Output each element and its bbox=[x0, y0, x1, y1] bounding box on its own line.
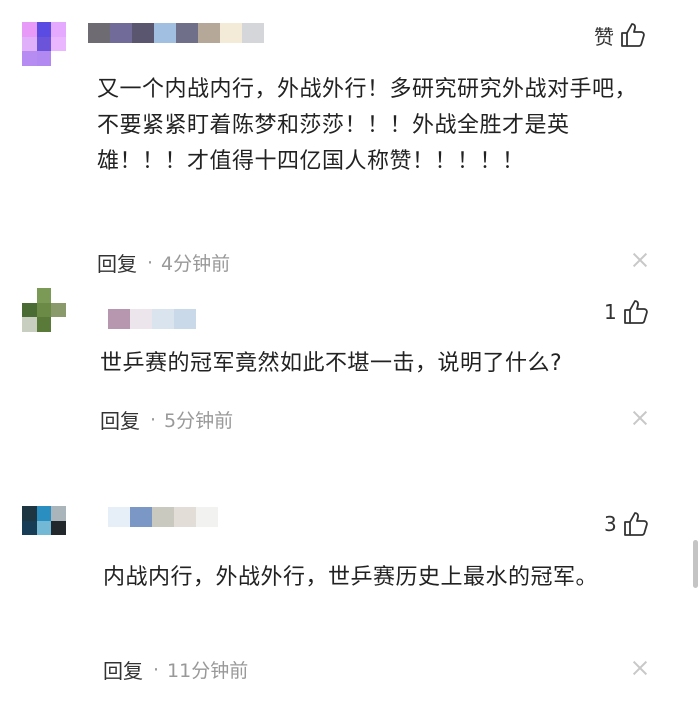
scrollbar[interactable] bbox=[693, 540, 698, 588]
separator-dot: · bbox=[153, 658, 160, 681]
comment-item: 3 内战内行，外战外行，世乒赛历史上最水的冠军。 回复 · 11分钟前 bbox=[0, 0, 690, 706]
avatar-pixel bbox=[22, 520, 37, 536]
avatar-pixel bbox=[36, 506, 52, 521]
username-pixel bbox=[196, 507, 218, 527]
avatar-pixel bbox=[36, 535, 52, 550]
avatar-pixel bbox=[51, 535, 66, 550]
avatar-pixel bbox=[51, 506, 66, 521]
like-button[interactable]: 3 bbox=[604, 509, 651, 539]
username-pixel bbox=[108, 507, 130, 527]
close-icon[interactable] bbox=[631, 659, 649, 677]
avatar-pixel bbox=[36, 520, 52, 536]
like-count: 3 bbox=[604, 512, 617, 536]
username-pixel bbox=[152, 507, 174, 527]
avatar-pixel bbox=[22, 506, 37, 521]
comment-meta: 回复 · 11分钟前 bbox=[103, 655, 248, 684]
avatar-pixel bbox=[22, 535, 37, 550]
username-pixel bbox=[130, 507, 152, 527]
comment-time: 11分钟前 bbox=[167, 660, 249, 682]
avatar[interactable] bbox=[22, 506, 66, 550]
username-pixel bbox=[174, 507, 196, 527]
thumbs-up-icon bbox=[623, 512, 648, 536]
comment-text: 内战内行，外战外行，世乒赛历史上最水的冠军。 bbox=[103, 565, 599, 590]
reply-button[interactable]: 回复 bbox=[103, 655, 143, 684]
avatar-pixel bbox=[51, 520, 66, 536]
username-blurred[interactable] bbox=[108, 506, 218, 528]
